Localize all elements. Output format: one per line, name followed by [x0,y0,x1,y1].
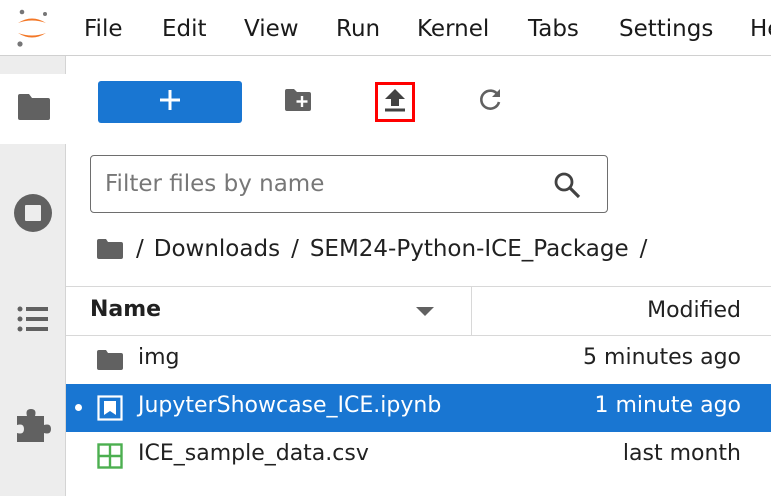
jupyter-logo [12,7,52,49]
menu-tabs[interactable]: Tabs [528,14,579,44]
folder-icon [16,92,52,126]
file-modified: 5 minutes ago [583,345,741,370]
menu-run[interactable]: Run [336,14,380,44]
menu-view[interactable]: View [244,14,299,44]
plus-icon [159,89,181,115]
sidebar-tab-toc[interactable] [0,286,66,356]
search-icon[interactable] [553,171,581,203]
upload-button[interactable] [375,82,415,122]
file-row-notebook[interactable]: JupyterShowcase_ICE.ipynb 1 minute ago [66,384,771,432]
file-row-csv[interactable]: ICE_sample_data.csv last month [66,432,771,480]
column-header-name[interactable]: Name [90,297,161,322]
breadcrumb-item-package[interactable]: SEM24-Python-ICE_Package [310,236,629,262]
notebook-icon [96,394,124,422]
menu-file[interactable]: File [84,14,123,44]
new-folder-icon [283,87,313,117]
refresh-button[interactable] [470,82,510,122]
refresh-icon [477,87,503,117]
file-name: JupyterShowcase_ICE.ipynb [138,393,442,418]
new-launcher-button[interactable] [98,81,242,123]
sidebar-tab-extensions[interactable] [0,392,66,462]
file-list-header: Name Modified [66,286,771,336]
menu-settings[interactable]: Settings [619,14,713,44]
stop-circle-icon [13,193,53,237]
file-modified: last month [622,441,741,466]
spreadsheet-icon [96,442,124,470]
breadcrumb-home-folder-icon[interactable] [96,238,124,260]
upload-icon [383,87,407,117]
sidebar-tab-file-browser[interactable] [0,74,67,144]
file-modified: 1 minute ago [594,393,741,418]
file-name: img [138,345,180,370]
breadcrumb-separator: / [639,236,648,262]
breadcrumb-separator: / [136,236,144,262]
list-icon [16,304,50,338]
file-row-img[interactable]: img 5 minutes ago [66,336,771,384]
sidebar-tab-running[interactable] [0,180,66,250]
menu-kernel[interactable]: Kernel [417,14,489,44]
sort-caret-icon[interactable] [416,307,434,316]
running-indicator-dot [75,404,82,411]
filter-input[interactable] [105,168,525,200]
file-name: ICE_sample_data.csv [138,441,369,466]
activity-bar [0,56,67,496]
folder-icon [96,346,124,374]
menu-help[interactable]: He [750,14,771,44]
breadcrumb: / Downloads / SEM24-Python-ICE_Package / [96,232,658,266]
breadcrumb-item-downloads[interactable]: Downloads [154,236,280,262]
menu-edit[interactable]: Edit [162,14,207,44]
column-header-modified[interactable]: Modified [647,298,741,323]
new-folder-button[interactable] [278,82,318,122]
menu-bar: File Edit View Run Kernel Tabs Settings … [0,0,771,56]
filter-box [90,155,608,213]
breadcrumb-separator: / [291,236,299,262]
puzzle-icon [14,406,52,448]
column-resize-handle[interactable] [471,287,472,335]
